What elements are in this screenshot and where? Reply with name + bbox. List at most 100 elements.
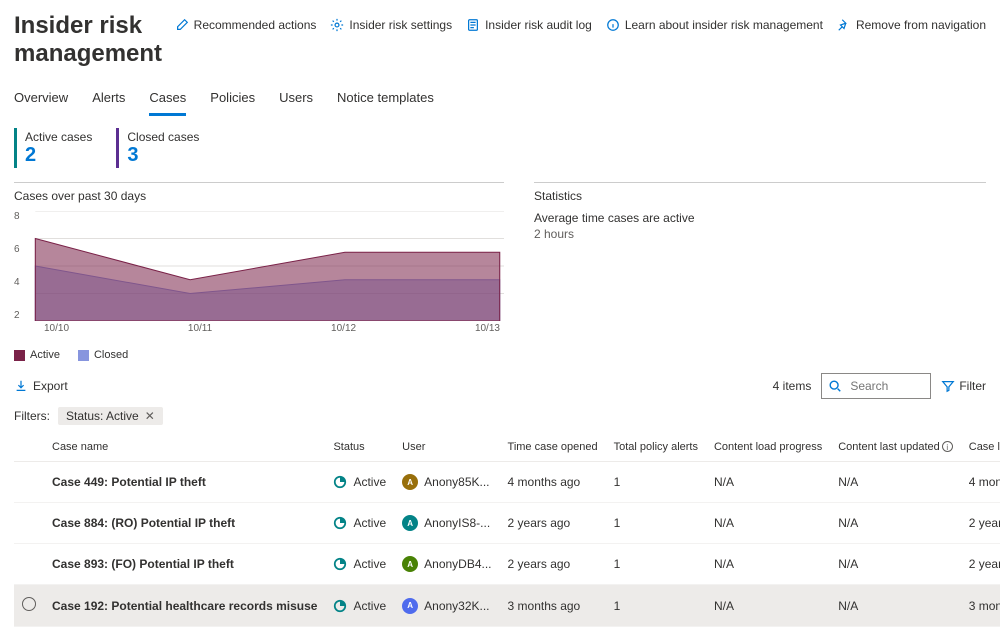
filter-button[interactable]: Filter — [941, 379, 986, 393]
avg-time-label: Average time cases are active — [534, 211, 986, 225]
time-opened-cell: 2 years ago — [500, 544, 606, 585]
closed-cases-value: 3 — [127, 144, 199, 166]
active-cases-label: Active cases — [25, 130, 92, 144]
legend-item[interactable]: Closed — [78, 349, 128, 361]
legend-item[interactable]: Active — [14, 349, 60, 361]
alerts-cell: 1 — [606, 585, 706, 627]
avatar-icon: A — [402, 556, 418, 572]
statistics-panel: Statistics Average time cases are active… — [534, 182, 986, 361]
case-updated-cell: 2 years ago — [961, 544, 1000, 585]
filters-label: Filters: — [14, 409, 50, 423]
col-content-progress[interactable]: Content load progress — [706, 433, 830, 462]
recommended-actions-label: Recommended actions — [194, 18, 317, 32]
info-icon[interactable]: i — [942, 441, 953, 452]
col-content-updated[interactable]: Content last updatedi — [830, 433, 961, 462]
insider-risk-settings-link[interactable]: Insider risk settings — [330, 18, 452, 32]
log-icon — [466, 18, 480, 32]
search-field[interactable] — [848, 378, 918, 394]
tab-notice-templates[interactable]: Notice templates — [337, 86, 434, 116]
col-case-updated[interactable]: Case last updated — [961, 433, 1000, 462]
recommended-actions-link[interactable]: Recommended actions — [175, 18, 317, 32]
col-time-opened[interactable]: Time case opened — [500, 433, 606, 462]
gear-icon — [330, 18, 344, 32]
learn-link[interactable]: Learn about insider risk management — [606, 18, 823, 32]
closed-cases-label: Closed cases — [127, 130, 199, 144]
table-row[interactable]: Case 884: (RO) Potential IP theft Active A… — [14, 503, 1000, 544]
filter-icon — [941, 379, 955, 393]
page-title: Insider risk management — [14, 12, 175, 68]
alerts-cell: 1 — [606, 544, 706, 585]
export-button[interactable]: Export — [14, 379, 68, 393]
col-alerts[interactable]: Total policy alerts — [606, 433, 706, 462]
active-cases-kpi[interactable]: Active cases 2 — [14, 128, 92, 168]
table-row[interactable]: Case 449: Potential IP theft Active AAnony… — [14, 462, 1000, 503]
content-updated-cell: N/A — [830, 503, 961, 544]
alerts-cell: 1 — [606, 462, 706, 503]
unpin-icon — [837, 18, 851, 32]
avatar-icon: A — [402, 474, 418, 490]
case-name-cell[interactable]: Case 884: (RO) Potential IP theft — [44, 503, 325, 544]
status-cell: Active — [333, 516, 386, 530]
user-cell: AAnony32K... — [402, 598, 491, 614]
avg-time-value: 2 hours — [534, 227, 986, 241]
avatar-icon: A — [402, 515, 418, 531]
row-radio[interactable] — [22, 597, 36, 611]
content-progress-cell: N/A — [706, 462, 830, 503]
case-updated-cell: 2 years ago — [961, 503, 1000, 544]
info-icon — [606, 18, 620, 32]
user-cell: AAnonyDB4... — [402, 556, 491, 572]
tab-policies[interactable]: Policies — [210, 86, 255, 116]
chart-x-axis: 10/1010/1110/1210/13 — [14, 323, 504, 334]
statistics-title: Statistics — [534, 189, 986, 203]
case-updated-cell: 4 months ago — [961, 462, 1000, 503]
alerts-cell: 1 — [606, 503, 706, 544]
remove-label: Remove from navigation — [856, 18, 986, 32]
tab-cases[interactable]: Cases — [149, 86, 186, 116]
case-name-cell[interactable]: Case 449: Potential IP theft — [44, 462, 325, 503]
content-progress-cell: N/A — [706, 503, 830, 544]
search-input[interactable] — [821, 373, 931, 399]
chart-panel: Cases over past 30 days 8642 10/1010/111… — [14, 182, 504, 361]
status-cell: Active — [333, 557, 386, 571]
col-case-name[interactable]: Case name — [44, 433, 325, 462]
close-icon[interactable]: ✕ — [145, 409, 155, 423]
col-status[interactable]: Status — [325, 433, 394, 462]
table-header-row: Case name Status User Time case opened T… — [14, 433, 1000, 462]
status-cell: Active — [333, 475, 386, 489]
cases-chart — [14, 211, 504, 321]
audit-log-label: Insider risk audit log — [485, 18, 592, 32]
header-actions: Recommended actions Insider risk setting… — [175, 8, 986, 32]
content-progress-cell: N/A — [706, 544, 830, 585]
tab-alerts[interactable]: Alerts — [92, 86, 125, 116]
closed-cases-kpi[interactable]: Closed cases 3 — [116, 128, 199, 168]
content-updated-cell: N/A — [830, 585, 961, 627]
items-count: 4 items — [773, 379, 812, 393]
content-updated-cell: N/A — [830, 462, 961, 503]
chart-y-axis: 8642 — [14, 211, 20, 321]
chart-legend: Active Closed — [14, 349, 504, 361]
edit-icon — [175, 18, 189, 32]
filter-chip-status[interactable]: Status: Active ✕ — [58, 407, 163, 425]
case-name-cell[interactable]: Case 893: (FO) Potential IP theft — [44, 544, 325, 585]
avatar-icon: A — [402, 598, 418, 614]
search-icon — [828, 379, 842, 393]
content-updated-cell: N/A — [830, 544, 961, 585]
download-icon — [14, 379, 28, 393]
filter-label: Filter — [959, 379, 986, 393]
col-user[interactable]: User — [394, 433, 499, 462]
case-name-cell[interactable]: Case 192: Potential healthcare records m… — [44, 585, 325, 627]
export-label: Export — [33, 379, 68, 393]
remove-nav-link[interactable]: Remove from navigation — [837, 18, 986, 32]
learn-label: Learn about insider risk management — [625, 18, 823, 32]
user-cell: AAnonyIS8-... — [402, 515, 491, 531]
tab-users[interactable]: Users — [279, 86, 313, 116]
time-opened-cell: 4 months ago — [500, 462, 606, 503]
audit-log-link[interactable]: Insider risk audit log — [466, 18, 592, 32]
tab-overview[interactable]: Overview — [14, 86, 68, 116]
settings-label: Insider risk settings — [349, 18, 452, 32]
table-row[interactable]: Case 192: Potential healthcare records m… — [14, 585, 1000, 627]
user-cell: AAnony85K... — [402, 474, 491, 490]
time-opened-cell: 2 years ago — [500, 503, 606, 544]
table-row[interactable]: Case 893: (FO) Potential IP theft Active A… — [14, 544, 1000, 585]
content-progress-cell: N/A — [706, 585, 830, 627]
